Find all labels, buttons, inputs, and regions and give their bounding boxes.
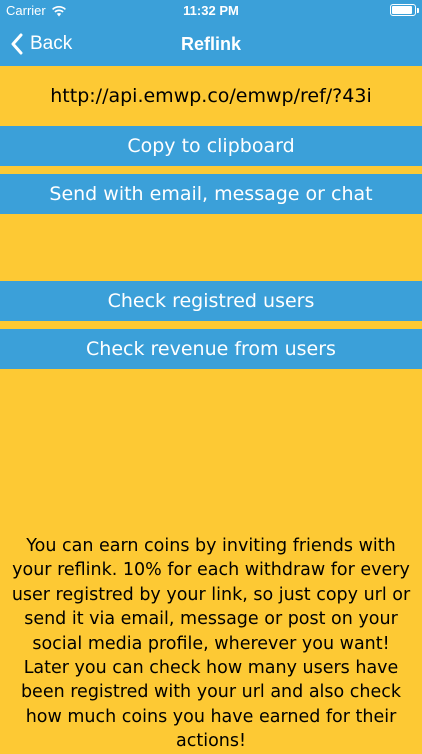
navigation-bar: Back Reflink xyxy=(0,22,422,66)
status-right xyxy=(390,4,419,16)
status-time: 11:32 PM xyxy=(183,3,239,18)
info-text: You can earn coins by inviting friends w… xyxy=(11,536,411,752)
battery-icon xyxy=(390,4,419,16)
status-bar: Carrier 11:32 PM xyxy=(0,0,422,22)
send-share-button[interactable]: Send with email, message or chat xyxy=(0,174,422,214)
copy-to-clipboard-button[interactable]: Copy to clipboard xyxy=(0,126,422,166)
page-title: Reflink xyxy=(180,34,241,54)
check-revenue-button[interactable]: Check revenue from users xyxy=(0,329,422,369)
reflink-url: http://api.emwp.co/emwp/ref/?43i xyxy=(50,85,372,107)
check-registered-users-button[interactable]: Check registred users xyxy=(0,281,422,321)
